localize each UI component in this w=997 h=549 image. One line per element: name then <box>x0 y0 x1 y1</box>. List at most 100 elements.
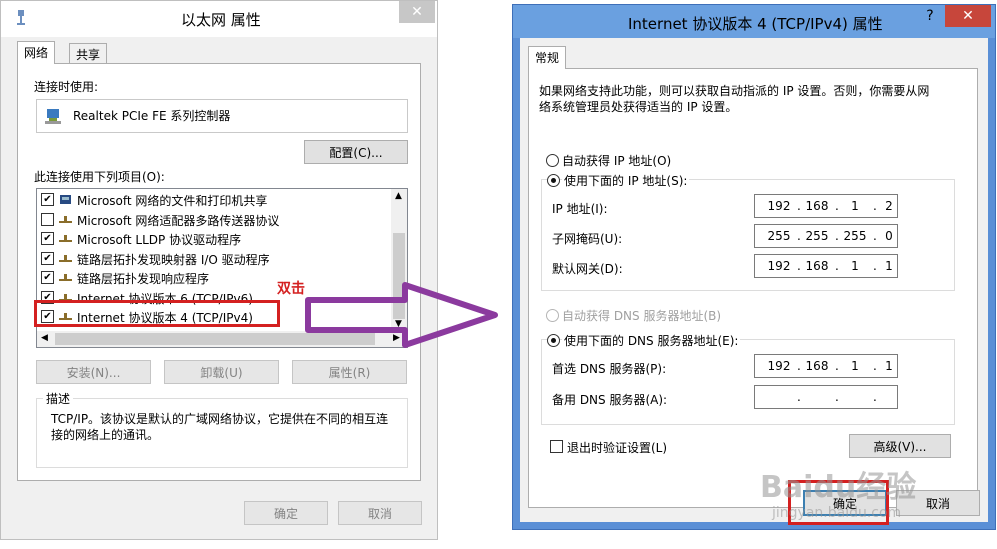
ip-octet: 1 <box>851 359 859 373</box>
ip-octet: 1 <box>885 259 893 273</box>
ip-octet: 255 <box>805 229 829 243</box>
network-tab-panel: 连接时使用: Realtek PCIe FE 系列控制器 配置(C)... 此连… <box>17 63 421 481</box>
ip-octet: 192 <box>767 259 791 273</box>
double-click-annotation: 双击 <box>277 281 305 297</box>
cancel-button-label: 取消 <box>925 496 950 511</box>
close-button[interactable]: ✕ <box>399 1 435 23</box>
list-item[interactable]: Microsoft 网络适配器多路传送器协议 <box>37 210 397 229</box>
dialog-title: Internet 协议版本 4 (TCP/IPv4) 属性 <box>628 15 883 33</box>
tab-network-label: 网络 <box>24 46 49 60</box>
ip-dot: . <box>797 229 801 243</box>
help-button[interactable]: ? <box>917 5 943 27</box>
close-button[interactable]: ✕ <box>945 5 991 27</box>
item-checkbox[interactable]: ✔ <box>41 251 54 265</box>
ok-button[interactable]: 确定 <box>244 501 328 525</box>
advanced-button-label: 高级(V)... <box>873 439 927 454</box>
protocol-icon <box>59 233 72 243</box>
cancel-button[interactable]: 取消 <box>338 501 422 525</box>
preferred-dns-field[interactable]: 192. 168. 1. 1 <box>754 354 898 378</box>
validate-checkbox[interactable] <box>550 440 563 453</box>
ip-octet: 0 <box>885 229 893 243</box>
uninstall-button[interactable]: 卸载(U) <box>164 360 279 384</box>
tab-network[interactable]: 网络 <box>17 41 56 64</box>
protocol-icon <box>59 194 72 204</box>
ipv4-highlight-box <box>34 300 280 327</box>
properties-button[interactable]: 属性(R) <box>292 360 407 384</box>
item-checkbox[interactable]: ✔ <box>41 232 54 245</box>
configure-button[interactable]: 配置(C)... <box>304 140 408 164</box>
network-adapter-icon <box>15 10 27 26</box>
help-icon: ? <box>926 8 934 24</box>
ip-octet: 168 <box>805 359 829 373</box>
item-checkbox[interactable]: ✔ <box>41 193 54 206</box>
ip-dot: . <box>797 259 801 273</box>
item-checkbox[interactable] <box>41 212 54 226</box>
ip-dot: . <box>835 259 839 273</box>
description-text: TCP/IP。该协议是默认的广域网络协议，它提供在不同的相互连接的网络上的通讯。 <box>51 412 389 442</box>
ip-octet: 2 <box>885 199 893 213</box>
ip-octet: 255 <box>767 229 791 243</box>
subnet-mask-field[interactable]: 255. 255. 255. 0 <box>754 224 898 248</box>
general-tab-panel: 如果网络支持此功能，则可以获取自动指派的 IP 设置。否则，你需要从网络系统管理… <box>528 68 978 508</box>
scroll-left-icon[interactable]: ◀ <box>41 333 48 343</box>
properties-button-label: 属性(R) <box>328 365 371 380</box>
watermark-text: Baidu经验 <box>760 470 917 505</box>
configure-button-label: 配置(C)... <box>329 145 383 160</box>
list-item[interactable]: ✔ 链路层拓扑发现映射器 I/O 驱动程序 <box>37 249 397 268</box>
protocol-icon <box>59 272 72 282</box>
protocol-icon <box>59 253 72 263</box>
uninstall-button-label: 卸载(U) <box>200 365 243 380</box>
ipv4-properties-dialog: Internet 协议版本 4 (TCP/IPv4) 属性 ? ✕ 常规 如果网… <box>512 4 996 530</box>
connect-using-label: 连接时使用: <box>34 80 99 94</box>
description-group: 描述 TCP/IP。该协议是默认的广域网络协议，它提供在不同的相互连接的网络上的… <box>36 390 408 468</box>
tab-general[interactable]: 常规 <box>528 46 567 69</box>
intro-text: 如果网络支持此功能，则可以获取自动指派的 IP 设置。否则，你需要从网络系统管理… <box>539 84 930 114</box>
scroll-up-icon[interactable]: ▲ <box>395 191 402 201</box>
use-ip-label: 使用下面的 IP 地址(S): <box>562 172 690 189</box>
ip-octet: 255 <box>843 229 867 243</box>
description-label: 描述 <box>43 390 74 407</box>
use-ip-radio[interactable] <box>547 174 560 187</box>
ip-dot: . <box>797 199 801 213</box>
cancel-button-label: 取消 <box>367 506 392 521</box>
auto-ip-radio[interactable] <box>546 154 559 167</box>
auto-ip-label: 自动获得 IP 地址(O) <box>562 154 672 168</box>
install-button[interactable]: 安装(N)... <box>36 360 151 384</box>
ip-group: 使用下面的 IP 地址(S): IP 地址(I): 192. 168. 1. 2 子网… <box>541 172 955 291</box>
auto-dns-radio[interactable] <box>546 309 559 322</box>
title-bar[interactable]: 以太网 属性 ✕ <box>1 1 437 37</box>
ok-button-label: 确定 <box>273 506 298 521</box>
ip-dot: . <box>835 359 839 373</box>
ethernet-properties-dialog: 以太网 属性 ✕ 网络 共享 连接时使用: Realtek PCIe FE 系列… <box>0 0 438 540</box>
item-label: 链路层拓扑发现响应程序 <box>77 272 210 286</box>
auto-dns-label: 自动获得 DNS 服务器地址(B) <box>562 309 722 323</box>
ip-dot: . <box>797 390 801 404</box>
close-icon: ✕ <box>962 8 974 24</box>
default-gateway-field[interactable]: 192. 168. 1. 1 <box>754 254 898 278</box>
tab-sharing[interactable]: 共享 <box>69 43 108 64</box>
advanced-button[interactable]: 高级(V)... <box>849 434 951 458</box>
list-item[interactable]: ✔ Microsoft LLDP 协议驱动程序 <box>37 229 397 248</box>
ip-octet: 192 <box>767 359 791 373</box>
items-label: 此连接使用下列项目(O): <box>34 170 165 184</box>
adapter-name: Realtek PCIe FE 系列控制器 <box>73 109 231 123</box>
title-bar[interactable]: Internet 协议版本 4 (TCP/IPv4) 属性 ? ✕ <box>513 5 995 38</box>
arrow-icon <box>305 282 498 348</box>
ip-dot: . <box>835 390 839 404</box>
ip-dot: . <box>835 229 839 243</box>
subnet-label: 子网掩码(U): <box>552 232 623 246</box>
ip-dot: . <box>873 390 877 404</box>
preferred-dns-label: 首选 DNS 服务器(P): <box>552 362 667 376</box>
alternate-dns-label: 备用 DNS 服务器(A): <box>552 393 668 407</box>
ip-octet: 1 <box>851 259 859 273</box>
list-item[interactable]: ✔ Microsoft 网络的文件和打印机共享 <box>37 190 397 209</box>
item-label: Microsoft 网络的文件和打印机共享 <box>77 194 268 208</box>
use-dns-radio[interactable] <box>547 334 560 347</box>
baidu-watermark: Baidu经验 <box>760 462 916 506</box>
alternate-dns-field[interactable]: ... <box>754 385 898 409</box>
item-checkbox[interactable]: ✔ <box>41 271 54 284</box>
ip-address-field[interactable]: 192. 168. 1. 2 <box>754 194 898 218</box>
dialog-client: 常规 如果网络支持此功能，则可以获取自动指派的 IP 设置。否则，你需要从网络系… <box>520 38 988 522</box>
adapter-icon <box>45 107 63 125</box>
item-label: Microsoft 网络适配器多路传送器协议 <box>77 213 280 228</box>
